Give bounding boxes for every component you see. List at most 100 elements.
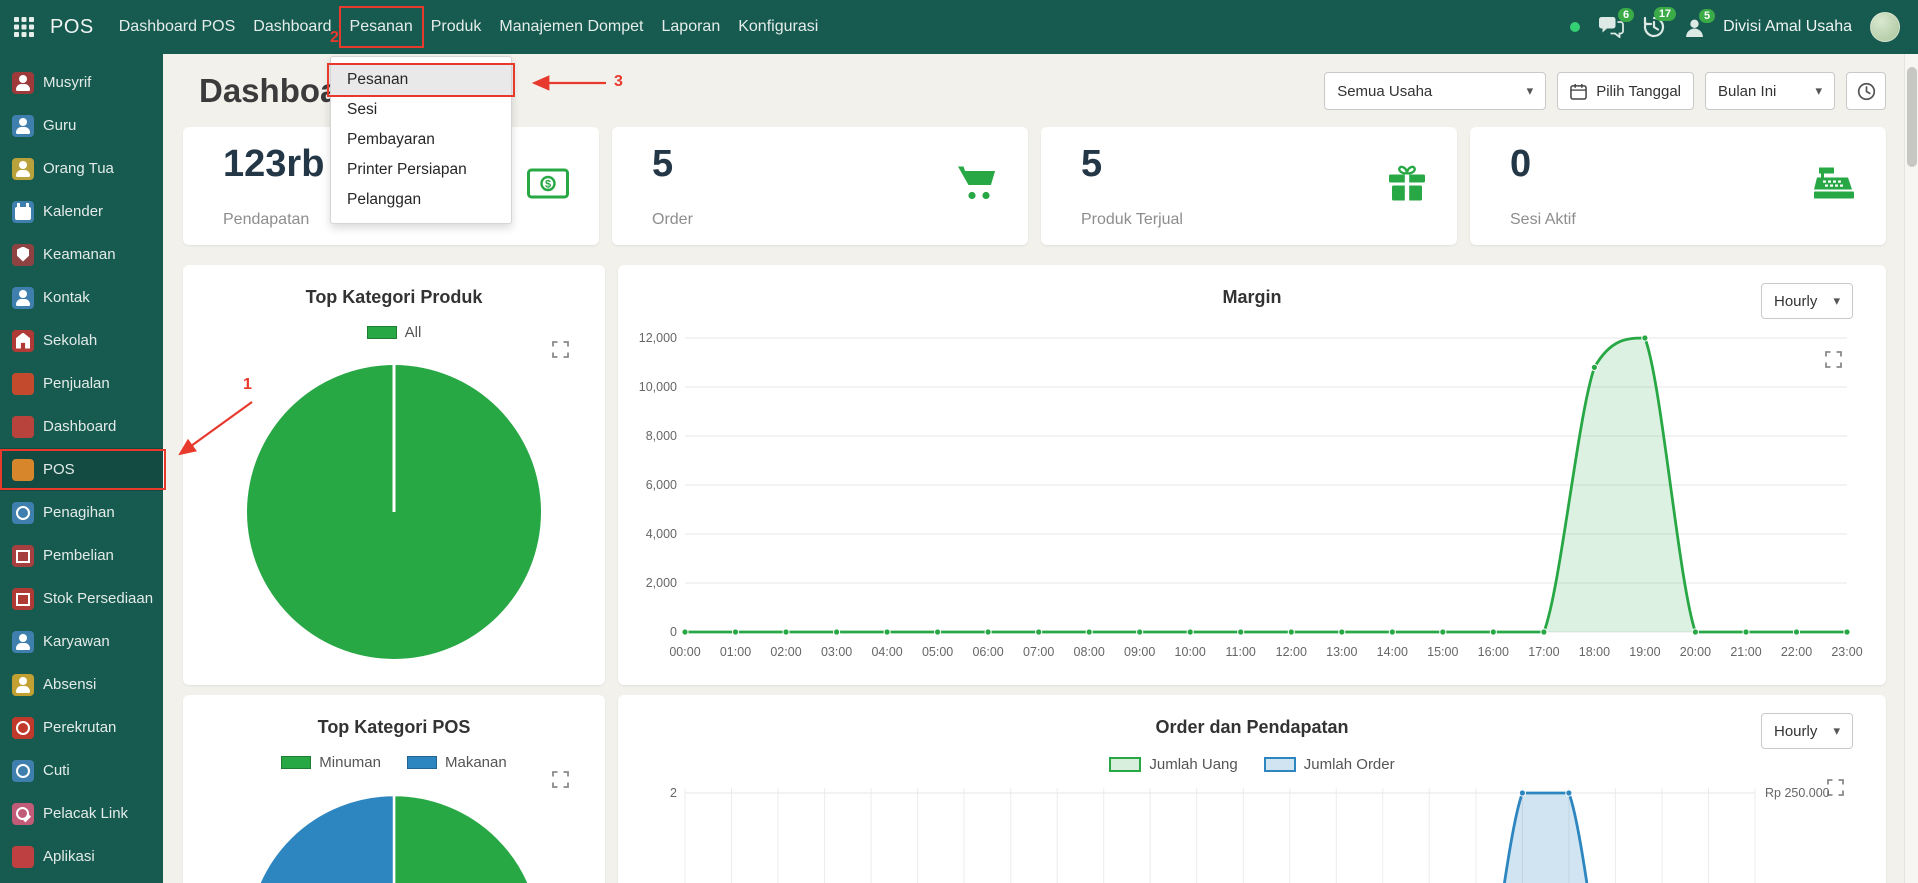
annotation-step-2: 2 bbox=[330, 29, 339, 47]
app-brand[interactable]: POS bbox=[50, 16, 94, 39]
box-icon bbox=[12, 588, 34, 610]
charts-row-2: Top Kategori POS Minuman Makanan bbox=[183, 695, 1886, 883]
expand-icon[interactable] bbox=[552, 341, 569, 363]
svg-text:11:00: 11:00 bbox=[1226, 645, 1256, 659]
stat-value: 5 bbox=[652, 144, 1000, 186]
svg-text:10,000: 10,000 bbox=[639, 380, 677, 394]
sidebar-item[interactable]: Karyawan bbox=[0, 620, 163, 663]
expand-icon[interactable] bbox=[552, 771, 569, 793]
navbar-menu-item[interactable]: Dashboard bbox=[244, 8, 340, 46]
sidebar-item-label: Penagihan bbox=[43, 504, 115, 521]
users-button[interactable]: 5 bbox=[1684, 17, 1705, 38]
sidebar-item[interactable]: Dashboard bbox=[0, 405, 163, 448]
sidebar-item-label: Pelacak Link bbox=[43, 805, 128, 822]
sidebar-item[interactable]: Stok Persediaan bbox=[0, 577, 163, 620]
svg-text:02:00: 02:00 bbox=[770, 645, 801, 659]
business-select[interactable]: Semua Usaha▾ bbox=[1324, 72, 1546, 110]
company-switcher[interactable]: Divisi Amal Usaha bbox=[1723, 18, 1852, 36]
user-avatar[interactable] bbox=[1870, 12, 1900, 42]
navbar-menu: Dashboard POS Dashboard Pesanan Produk M… bbox=[110, 8, 828, 46]
order-pendapatan-chart: 01200:0001:0002:0003:0004:0005:0006:0007… bbox=[618, 783, 1886, 883]
sidebar-item[interactable]: Pelacak Link bbox=[0, 792, 163, 835]
dropdown-item[interactable]: Pembayaran bbox=[331, 125, 511, 155]
stat-card: 5 Order bbox=[612, 127, 1028, 245]
sidebar-item[interactable]: Kalender bbox=[0, 190, 163, 233]
top-kategori-produk-card: Top Kategori Produk All bbox=[183, 265, 605, 685]
dropdown-item[interactable]: Sesi bbox=[331, 95, 511, 125]
chevron-down-icon: ▾ bbox=[1833, 723, 1840, 739]
annotation-step-1: 1 bbox=[243, 376, 252, 394]
legend-item[interactable]: Makanan bbox=[407, 754, 507, 771]
legend-item[interactable]: All bbox=[367, 324, 422, 341]
legend-item[interactable]: Jumlah Uang bbox=[1109, 756, 1237, 773]
person-icon bbox=[12, 287, 34, 309]
sidebar-item[interactable]: Musyrif bbox=[0, 61, 163, 104]
top-kategori-pos-card: Top Kategori POS Minuman Makanan bbox=[183, 695, 605, 883]
dashboard-filters: Semua Usaha▾ Pilih Tanggal Bulan Ini▾ bbox=[1324, 72, 1886, 110]
navbar-menu-item[interactable]: Dashboard POS bbox=[110, 8, 245, 46]
order-pendapatan-card: Order dan Pendapatan Hourly▾ Jumlah Uang… bbox=[618, 695, 1886, 883]
sidebar-item[interactable]: POS bbox=[0, 448, 163, 491]
sidebar-item[interactable]: Keamanan bbox=[0, 233, 163, 276]
sidebar-item[interactable]: Orang Tua bbox=[0, 147, 163, 190]
navbar-menu-item[interactable]: Laporan bbox=[653, 8, 730, 46]
sidebar-item[interactable]: Pembelian bbox=[0, 534, 163, 577]
person-icon bbox=[12, 115, 34, 137]
sidebar-item[interactable]: Sekolah bbox=[0, 319, 163, 362]
dropdown-item[interactable]: Pesanan bbox=[331, 65, 511, 95]
sidebar-item[interactable]: Perekrutan bbox=[0, 706, 163, 749]
sidebar-item-label: Absensi bbox=[43, 676, 96, 693]
box-icon bbox=[12, 545, 34, 567]
dropdown-item[interactable]: Printer Persiapan bbox=[331, 155, 511, 185]
chart-title: Margin bbox=[618, 287, 1886, 308]
pie-produk-legend: All bbox=[183, 324, 605, 341]
messages-button[interactable]: 6 bbox=[1598, 16, 1624, 38]
svg-text:23:00: 23:00 bbox=[1831, 645, 1862, 659]
margin-chart-card: Margin Hourly▾ 02,0004,0006,0008,00010,0… bbox=[618, 265, 1886, 685]
svg-text:10:00: 10:00 bbox=[1175, 645, 1206, 659]
activity-button[interactable]: 17 bbox=[1642, 15, 1666, 39]
chart-title: Order dan Pendapatan bbox=[618, 717, 1886, 738]
navbar-menu-item[interactable]: Pesanan bbox=[341, 8, 422, 46]
sidebar-item-label: Musyrif bbox=[43, 74, 91, 91]
pie-pos-legend: Minuman Makanan bbox=[183, 754, 605, 771]
navbar-menu-item[interactable]: Produk bbox=[422, 8, 491, 46]
apps-grid-icon[interactable] bbox=[14, 17, 34, 37]
navbar-menu-item[interactable]: Konfigurasi bbox=[729, 8, 827, 46]
order-interval-select[interactable]: Hourly▾ bbox=[1761, 713, 1853, 749]
svg-text:Rp 250.000: Rp 250.000 bbox=[1765, 786, 1830, 800]
history-button[interactable] bbox=[1846, 72, 1886, 110]
dropdown-item[interactable]: Pelanggan bbox=[331, 185, 511, 215]
svg-text:13:00: 13:00 bbox=[1326, 645, 1357, 659]
shield-icon bbox=[12, 244, 34, 266]
sidebar-item[interactable]: Guru bbox=[0, 104, 163, 147]
grid-icon bbox=[12, 416, 34, 438]
sidebar-item-label: Guru bbox=[43, 117, 76, 134]
svg-text:2,000: 2,000 bbox=[646, 576, 677, 590]
sidebar-item[interactable]: Penagihan bbox=[0, 491, 163, 534]
margin-interval-select[interactable]: Hourly▾ bbox=[1761, 283, 1853, 319]
link-icon bbox=[12, 803, 34, 825]
svg-text:03:00: 03:00 bbox=[821, 645, 852, 659]
sidebar-item[interactable]: Cuti bbox=[0, 749, 163, 792]
navbar-left: POS Dashboard POS Dashboard Pesanan Prod… bbox=[14, 8, 827, 46]
sidebar-item-label: Aplikasi bbox=[43, 848, 95, 865]
legend-item[interactable]: Minuman bbox=[281, 754, 381, 771]
svg-text:01:00: 01:00 bbox=[720, 645, 751, 659]
stat-value: 0 bbox=[1510, 144, 1858, 186]
navbar-menu-item[interactable]: Manajemen Dompet bbox=[490, 8, 652, 46]
period-select[interactable]: Bulan Ini▾ bbox=[1705, 72, 1835, 110]
svg-text:0: 0 bbox=[670, 625, 677, 639]
margin-chart: 02,0004,0006,0008,00010,00012,00000:0001… bbox=[618, 321, 1886, 673]
sidebar-item[interactable]: Aplikasi bbox=[0, 835, 163, 878]
svg-text:8,000: 8,000 bbox=[646, 429, 677, 443]
scrollbar-thumb[interactable] bbox=[1907, 67, 1917, 167]
legend-item[interactable]: Jumlah Order bbox=[1264, 756, 1395, 773]
sidebar-item[interactable]: Absensi bbox=[0, 663, 163, 706]
pick-date-button[interactable]: Pilih Tanggal bbox=[1557, 72, 1694, 110]
sidebar-item-label: Pembelian bbox=[43, 547, 114, 564]
sidebar-item[interactable]: Kontak bbox=[0, 276, 163, 319]
sidebar-item[interactable]: Penjualan bbox=[0, 362, 163, 405]
pie-chart-pos bbox=[243, 791, 545, 883]
vertical-scrollbar[interactable] bbox=[1904, 54, 1918, 883]
